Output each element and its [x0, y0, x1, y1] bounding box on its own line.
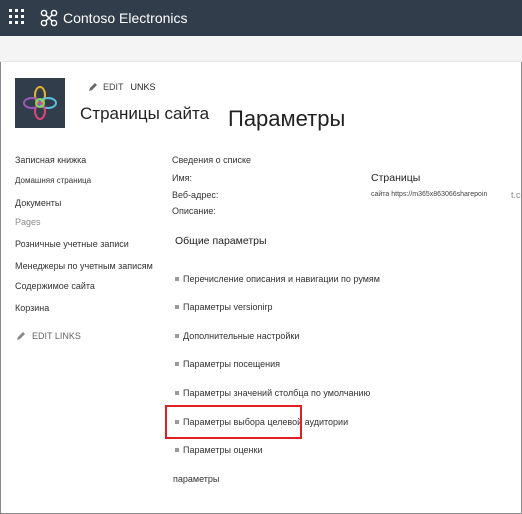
- site-logo[interactable]: [15, 78, 65, 128]
- network-logo-icon: [40, 9, 58, 27]
- bullet-icon: [175, 362, 179, 366]
- app-launcher-icon[interactable]: [9, 9, 25, 25]
- description-label: Описание:: [172, 206, 216, 216]
- setting-rating[interactable]: Параметры оценки: [175, 445, 262, 455]
- brand-title: Contoso Electronics: [63, 10, 188, 26]
- list-info-heading: Сведения о списке: [172, 155, 252, 165]
- web-address-label: Веб-адрес:: [172, 190, 219, 200]
- edit-links-label: UNKS: [130, 82, 156, 92]
- page-title: Параметры: [228, 106, 346, 131]
- list-name-value: Страницы: [371, 172, 421, 184]
- bullet-icon: [175, 277, 179, 281]
- edit-links-top[interactable]: EDIT UNKS: [88, 82, 156, 92]
- bullet-icon: [175, 334, 179, 338]
- setting-list-name-description-navigation[interactable]: Перечисление описания и навигации по рум…: [175, 274, 380, 284]
- setting-versioning[interactable]: Параметры versionirp: [175, 302, 273, 312]
- edit-label: EDIT: [103, 82, 124, 92]
- nav-item-retail-accounts[interactable]: Розничные учетные записи: [15, 239, 129, 249]
- nav-item-home[interactable]: Домашняя страница: [15, 176, 91, 185]
- pencil-icon: [89, 83, 97, 91]
- highlight-box: [165, 405, 302, 439]
- setting-advanced[interactable]: Дополнительные настройки: [175, 331, 299, 341]
- name-label: Имя:: [172, 173, 193, 183]
- site-title[interactable]: Страницы сайта: [80, 104, 209, 124]
- pencil-icon: [17, 332, 25, 340]
- nav-item-account-managers[interactable]: Менеджеры по учетным записям: [15, 261, 153, 271]
- setting-label: Перечисление описания и навигации по рум…: [183, 274, 380, 284]
- settings-footer[interactable]: параметры: [173, 474, 219, 484]
- setting-label: Параметры посещения: [183, 359, 281, 369]
- web-address-tail: t.co: [511, 190, 522, 200]
- setting-label: Параметры значений столбца по умолчанию: [183, 388, 371, 398]
- flower-logo-icon: [23, 86, 57, 120]
- nav-item-site-contents[interactable]: Содержимое сайта: [15, 281, 95, 291]
- bullet-icon: [175, 448, 179, 452]
- nav-item-recycle-bin[interactable]: Корзина: [15, 303, 49, 313]
- setting-label: Дополнительные настройки: [183, 331, 300, 341]
- brand[interactable]: Contoso Electronics: [40, 9, 188, 27]
- setting-label: Параметры versionirp: [183, 302, 273, 312]
- setting-label: Параметры оценки: [183, 445, 263, 455]
- edit-links-nav[interactable]: EDIT LINKS: [16, 331, 81, 341]
- suite-bar: Contoso Electronics: [0, 0, 522, 36]
- bullet-icon: [175, 305, 179, 309]
- setting-column-defaults[interactable]: Параметры значений столбца по умолчанию: [175, 388, 370, 398]
- command-bar: [0, 36, 522, 62]
- setting-audience-validation[interactable]: Параметры посещения: [175, 359, 280, 369]
- nav-item-documents[interactable]: Документы: [15, 198, 61, 208]
- web-address-value[interactable]: сайта https://m365x863066sharepoin: [371, 191, 487, 198]
- nav-item-pages[interactable]: Pages: [15, 217, 41, 227]
- edit-links-nav-label: EDIT LINKS: [32, 331, 81, 341]
- bullet-icon: [175, 391, 179, 395]
- general-settings-heading: Общие параметры: [175, 235, 267, 247]
- nav-item-notebook[interactable]: Записная книжка: [15, 155, 86, 165]
